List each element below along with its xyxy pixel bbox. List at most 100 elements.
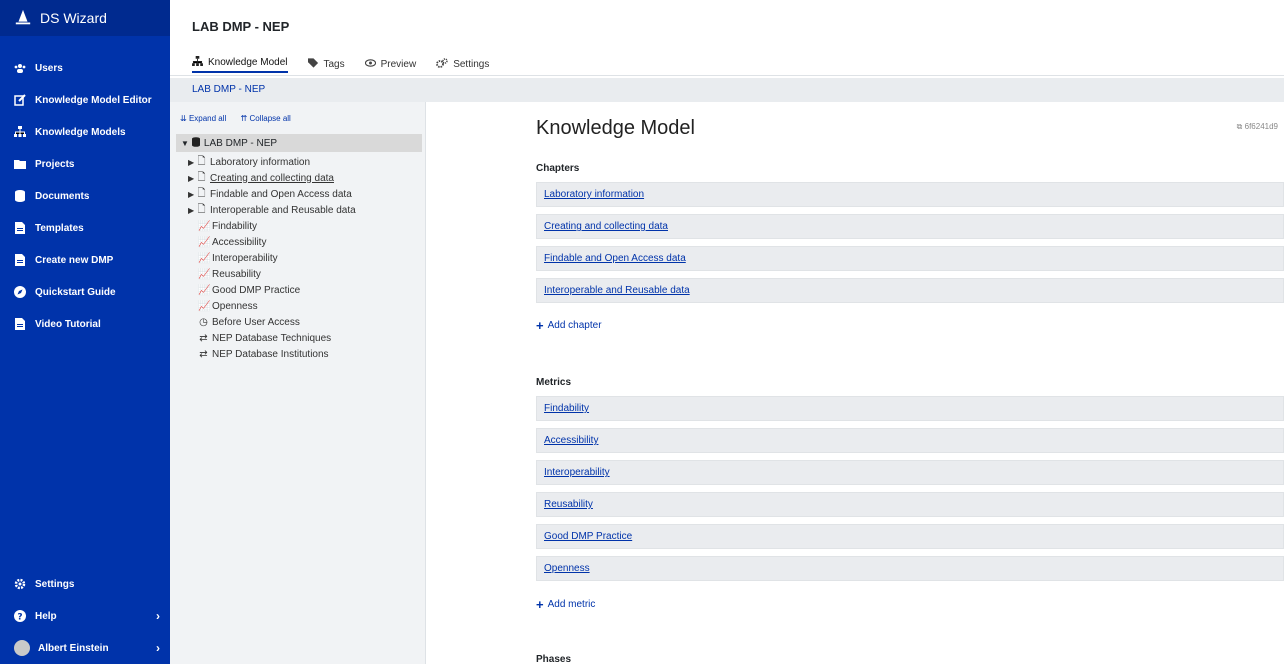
sidebar-item-knowledge-model-editor[interactable]: Knowledge Model Editor (0, 84, 170, 116)
tree-node-chapter[interactable]: ▶ 🗋 Creating and collecting data (188, 170, 356, 186)
add-chapter-button[interactable]: + Add chapter (536, 318, 602, 333)
add-metric-label: Add metric (547, 599, 596, 610)
sidebar-item-projects[interactable]: Projects (0, 148, 170, 180)
file-outline-icon: 🗋 (197, 203, 206, 215)
tab-label: Tags (323, 58, 345, 70)
tree-node-metric[interactable]: 📈 Interoperability (188, 250, 356, 266)
sidebar-item-video-tutorial[interactable]: Video Tutorial (0, 308, 170, 340)
metric-item[interactable]: Good DMP Practice (536, 524, 1284, 549)
metric-link[interactable]: Findability (544, 403, 589, 414)
chapter-link[interactable]: Laboratory information (544, 189, 644, 200)
tree-node-chapter[interactable]: ▶ 🗋 Interoperable and Reusable data (188, 202, 356, 218)
profile-name: Albert Einstein (38, 642, 109, 654)
sidebar-item-label: Knowledge Models (35, 126, 126, 138)
tree-node-integration[interactable]: ⇄ NEP Database Techniques (188, 330, 356, 346)
sidebar-item-profile[interactable]: Albert Einstein › (0, 632, 170, 664)
tab-settings[interactable]: Settings (436, 55, 489, 73)
chapter-item[interactable]: Laboratory information (536, 182, 1284, 207)
sidebar-item-label: Video Tutorial (35, 318, 101, 330)
chapter-link[interactable]: Findable and Open Access data (544, 253, 686, 264)
tree-node-metric[interactable]: 📈 Openness (188, 298, 356, 314)
tree-node-metric[interactable]: 📈 Accessibility (188, 234, 356, 250)
plus-icon: + (536, 597, 544, 612)
sidebar-item-knowledge-models[interactable]: Knowledge Models (0, 116, 170, 148)
tree-node-integration[interactable]: ⇄ NEP Database Institutions (188, 346, 356, 362)
metric-item[interactable]: Interoperability (536, 460, 1284, 485)
metric-link[interactable]: Accessibility (544, 435, 598, 446)
sidebar-item-documents[interactable]: Documents (0, 180, 170, 212)
collapse-all-label: Collapse all (249, 114, 291, 123)
uuid-badge[interactable]: ⧉ 6f6241d9 (1237, 122, 1278, 132)
chapter-item[interactable]: Creating and collecting data (536, 214, 1284, 239)
tags-icon (307, 57, 319, 71)
question-circle-icon: ? (14, 610, 26, 622)
main-content: Knowledge Model ⧉ 6f6241d9 Chapters Labo… (426, 102, 1284, 664)
tree-node-chapter[interactable]: ▶ 🗋 Laboratory information (188, 154, 356, 170)
sidebar-item-label: Knowledge Model Editor (35, 94, 152, 106)
chart-area-icon: 📈 (198, 220, 211, 232)
tree-node-label: Laboratory information (210, 156, 311, 168)
tab-bar: Knowledge Model Tags Preview Settings (192, 55, 509, 73)
tree-node-chapter[interactable]: ▶ 🗋 Findable and Open Access data (188, 186, 356, 202)
phases-heading: Phases (536, 654, 572, 664)
tab-label: Preview (380, 58, 417, 70)
chart-area-icon: 📈 (198, 252, 211, 264)
tree-node-metric[interactable]: 📈 Reusability (188, 266, 356, 282)
file-icon (14, 222, 26, 234)
tree-node-label: NEP Database Techniques (212, 332, 332, 344)
tree-node-metric[interactable]: 📈 Good DMP Practice (188, 282, 356, 298)
caret-right-icon: ▶ (188, 173, 195, 183)
caret-right-icon: ▶ (188, 189, 195, 199)
sidebar-item-label: Templates (35, 222, 84, 234)
chapter-link[interactable]: Interoperable and Reusable data (544, 285, 690, 296)
svg-text:?: ? (17, 613, 22, 623)
metric-item[interactable]: Accessibility (536, 428, 1284, 453)
tree-actions: ⇊ Expand all ⇈ Collapse all (180, 114, 303, 123)
sidebar-item-help[interactable]: ? Help › (0, 600, 170, 632)
add-metric-button[interactable]: + Add metric (536, 597, 595, 612)
sidebar-item-create-new-dmp[interactable]: Create new DMP (0, 244, 170, 276)
sidebar-item-label: Projects (35, 158, 75, 170)
expand-all-button[interactable]: ⇊ Expand all (180, 114, 232, 123)
sidebar-item-label: Quickstart Guide (35, 286, 116, 298)
sidebar-item-label: Help (35, 610, 57, 622)
sidebar-item-quickstart-guide[interactable]: Quickstart Guide (0, 276, 170, 308)
tree-node-label: Interoperable and Reusable data (210, 204, 356, 216)
expand-all-label: Expand all (188, 114, 227, 123)
chapter-item[interactable]: Findable and Open Access data (536, 246, 1284, 271)
tree-root[interactable]: ▼ LAB DMP - NEP (176, 134, 422, 152)
tab-preview[interactable]: Preview (364, 55, 417, 73)
tab-tags[interactable]: Tags (307, 55, 345, 73)
tab-label: Knowledge Model (208, 57, 288, 68)
chapter-item[interactable]: Interoperable and Reusable data (536, 278, 1284, 303)
sidebar-item-templates[interactable]: Templates (0, 212, 170, 244)
tab-knowledge-model[interactable]: Knowledge Model (192, 55, 288, 73)
sidebar-item-settings[interactable]: Settings (0, 568, 170, 600)
sidebar: DS Wizard Users Knowledge Model Editor K… (0, 0, 170, 664)
metric-item[interactable]: Openness (536, 556, 1284, 581)
collapse-all-button[interactable]: ⇈ Collapse all (241, 114, 297, 123)
chapter-link[interactable]: Creating and collecting data (544, 221, 668, 232)
metric-link[interactable]: Interoperability (544, 467, 610, 478)
tree-node-metric[interactable]: 📈 Findability (188, 218, 356, 234)
metric-item[interactable]: Reusability (536, 492, 1284, 517)
tree-node-label: NEP Database Institutions (212, 348, 329, 360)
metric-link[interactable]: Openness (544, 563, 590, 574)
add-chapter-label: Add chapter (547, 320, 602, 331)
uuid-value: 6f6241d9 (1244, 122, 1278, 131)
metric-link[interactable]: Good DMP Practice (544, 531, 632, 542)
sidebar-item-users[interactable]: Users (0, 52, 170, 84)
gear-icon (14, 578, 26, 590)
metric-link[interactable]: Reusability (544, 499, 593, 510)
tree-node-label: Creating and collecting data (210, 172, 334, 184)
database-icon (191, 136, 200, 150)
tree-node-phase[interactable]: ◷ Before User Access (188, 314, 356, 330)
brand[interactable]: DS Wizard (0, 0, 170, 36)
breadcrumb-item[interactable]: LAB DMP - NEP (192, 84, 265, 95)
copy-icon: ⧉ (1236, 122, 1243, 131)
metrics-heading: Metrics (536, 377, 572, 388)
tree-node-label: Accessibility (212, 236, 267, 248)
exchange-icon: ⇄ (199, 332, 208, 344)
plus-icon: + (536, 318, 544, 333)
metric-item[interactable]: Findability (536, 396, 1284, 421)
